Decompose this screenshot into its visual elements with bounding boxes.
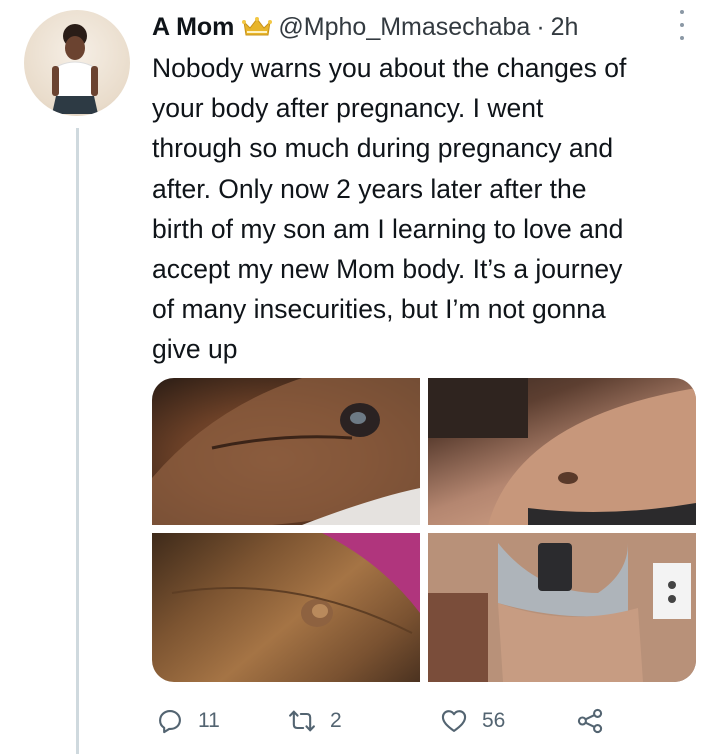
reply-icon: [159, 710, 181, 734]
reply-count: 11: [198, 709, 220, 732]
avatar-photo: [52, 24, 98, 114]
thread-line: [76, 128, 79, 754]
like-button[interactable]: 56: [440, 704, 505, 738]
reply-button[interactable]: 11: [156, 704, 220, 738]
like-count: 56: [482, 709, 506, 732]
tweet-header: A Mom @Mpho_Mmasechaba · 2h: [152, 10, 578, 44]
crown-icon: [242, 16, 273, 38]
photo-1[interactable]: [152, 378, 420, 525]
user-handle[interactable]: @Mpho_Mmasechaba: [278, 13, 530, 42]
display-name[interactable]: A Mom: [152, 13, 234, 42]
tweet-actions: 11 2 56: [152, 704, 692, 738]
share-icon: [577, 708, 603, 734]
media-grid: [152, 378, 696, 682]
retweet-icon: [289, 710, 315, 732]
photo-4[interactable]: [428, 533, 696, 682]
heart-icon: [441, 710, 467, 732]
share-button[interactable]: [576, 704, 604, 738]
separator-dot: ·: [536, 12, 545, 41]
timestamp[interactable]: 2h: [551, 13, 579, 42]
photo-2[interactable]: [428, 378, 696, 525]
retweet-count: 2: [330, 709, 342, 732]
tweet-text: Nobody warns you about the changes of yo…: [152, 53, 627, 365]
photo-3[interactable]: [152, 533, 420, 682]
retweet-button[interactable]: 2: [288, 704, 342, 738]
avatar[interactable]: [24, 10, 130, 116]
more-options-icon[interactable]: [676, 10, 688, 40]
